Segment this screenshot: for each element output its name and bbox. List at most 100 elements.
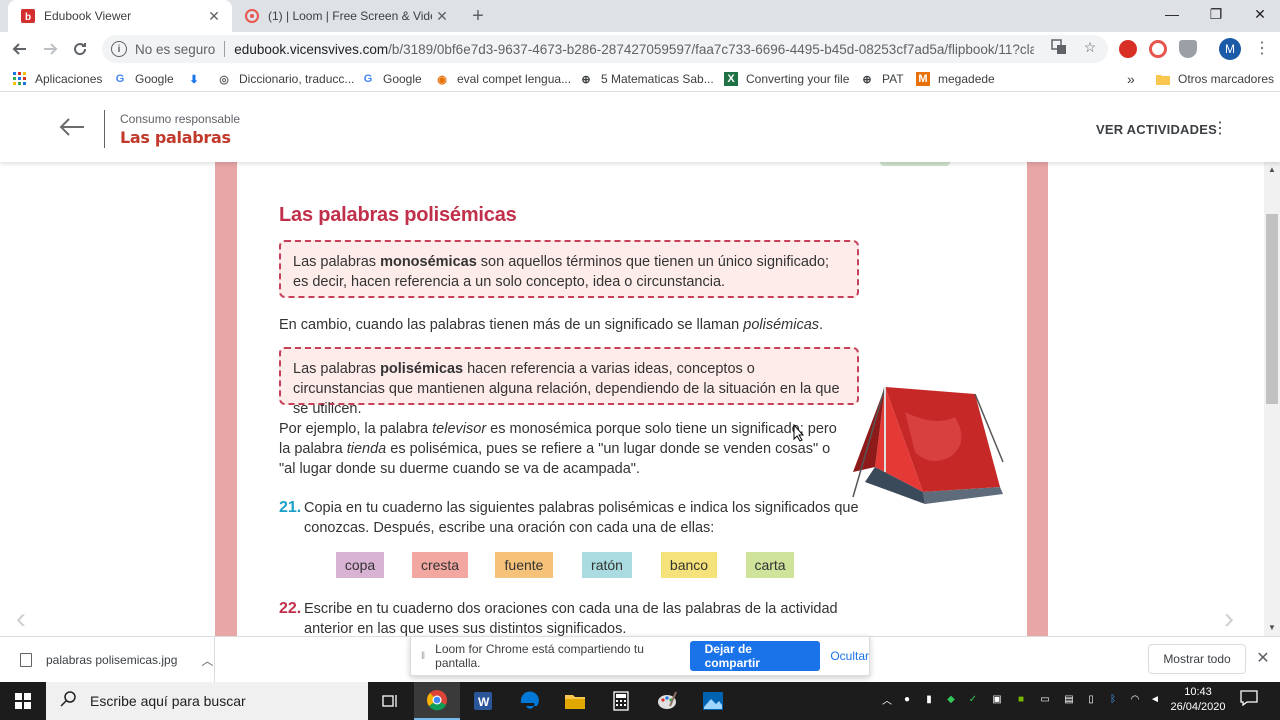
chrome-menu-icon[interactable]: ⋮ xyxy=(1254,40,1270,58)
activity-text: Copia en tu cuaderno las siguientes pala… xyxy=(304,500,859,536)
restore-icon[interactable]: ❐ xyxy=(1194,0,1238,28)
microphone-icon[interactable]: ● xyxy=(900,692,914,706)
header-divider xyxy=(104,110,105,148)
target-icon: ◉ xyxy=(437,73,447,86)
tab-close-icon[interactable]: ✕ xyxy=(204,8,224,25)
scroll-down-icon[interactable]: ▼ xyxy=(1266,622,1278,634)
bookmark-other[interactable]: Otros marcadores xyxy=(1156,70,1274,88)
box-text: Las palabras xyxy=(293,254,381,270)
system-clock[interactable]: 10:43 26/04/2020 xyxy=(1168,685,1228,715)
address-separator xyxy=(224,41,226,57)
back-arrow-icon[interactable] xyxy=(58,116,88,140)
page-top-tab-decoration xyxy=(880,162,950,166)
file-explorer-icon[interactable] xyxy=(552,682,598,720)
forward-icon[interactable] xyxy=(38,37,62,61)
volume-icon[interactable]: ◄ xyxy=(1148,692,1162,706)
calculator-icon[interactable] xyxy=(598,682,644,720)
bookmark-star-icon[interactable]: ☆ xyxy=(1081,38,1099,56)
reload-icon[interactable] xyxy=(68,37,92,61)
close-download-bar-icon[interactable]: ✕ xyxy=(1254,650,1272,668)
bookmark-download[interactable]: ⬇ xyxy=(187,70,209,88)
tab-title: (1) | Loom | Free Screen & Video xyxy=(268,9,432,23)
security-check-icon[interactable]: ✓ xyxy=(966,692,980,706)
translate-icon[interactable] xyxy=(1050,38,1068,56)
kaspersky-icon[interactable]: ◆ xyxy=(944,692,958,706)
activities-menu-icon[interactable]: ⋮ xyxy=(1212,120,1228,138)
page-top-decoration xyxy=(237,162,387,172)
word-chip-raton: ratón xyxy=(582,552,632,578)
bookmark-eval[interactable]: ◉ eval compet lengua... xyxy=(435,70,571,88)
edge-taskbar-icon[interactable] xyxy=(506,682,552,720)
extension-red-icon[interactable] xyxy=(1119,40,1137,58)
taskbar-search-input[interactable]: Escribe aquí para buscar xyxy=(46,682,368,720)
ver-actividades-button[interactable]: VER ACTIVIDADES xyxy=(1096,122,1217,137)
task-view-icon[interactable] xyxy=(368,682,414,720)
extension-loom-icon[interactable] xyxy=(1149,40,1167,58)
close-window-icon[interactable]: ✕ xyxy=(1238,0,1280,28)
drag-handle-icon[interactable]: ‖ xyxy=(421,651,425,662)
usb-icon[interactable]: ▮ xyxy=(922,692,936,706)
bookmark-label: Otros marcadores xyxy=(1178,72,1275,86)
windows-start-icon[interactable] xyxy=(0,682,46,720)
nvidia-icon[interactable]: ■ xyxy=(1014,692,1028,706)
notifications-icon[interactable] xyxy=(1238,690,1260,712)
minimize-icon[interactable]: — xyxy=(1150,0,1194,28)
next-page-icon[interactable]: › xyxy=(1224,602,1248,636)
paragraph-ejemplo: Por ejemplo, la palabra televisor es mon… xyxy=(279,419,839,479)
tab-edubook[interactable]: b Edubook Viewer ✕ xyxy=(8,0,232,32)
paint-app-icon[interactable] xyxy=(644,682,690,720)
bookmark-label: Converting your file xyxy=(746,72,850,86)
word-taskbar-icon[interactable]: W xyxy=(460,682,506,720)
unit-title: Las palabras xyxy=(120,128,231,147)
info-icon[interactable]: i xyxy=(111,41,127,57)
printer-icon[interactable]: ▤ xyxy=(1062,692,1076,706)
address-bar[interactable]: i No es seguro edubook.vicensvives.com/b… xyxy=(102,35,1108,63)
previous-page-icon[interactable]: ‹ xyxy=(16,602,40,636)
photos-app-icon[interactable] xyxy=(690,682,736,720)
scroll-up-icon[interactable]: ▲ xyxy=(1266,164,1278,176)
display-icon[interactable]: ▭ xyxy=(1038,692,1052,706)
device-icon[interactable]: ▣ xyxy=(990,692,1004,706)
new-tab-icon[interactable]: + xyxy=(466,4,490,28)
bluetooth-icon[interactable]: ᛒ xyxy=(1106,692,1120,706)
page-border-left xyxy=(215,162,237,636)
tab-loom[interactable]: (1) | Loom | Free Screen & Video ✕ xyxy=(232,0,460,32)
bookmark-diccionario[interactable]: ◎ Diccionario, traducc... xyxy=(217,70,354,88)
activity-text: Escribe en tu cuaderno dos oraciones con… xyxy=(304,601,838,636)
wifi-icon[interactable]: ◠ xyxy=(1128,692,1142,706)
flipbook-viewer: Las palabras polisémicas Las palabras mo… xyxy=(0,162,1280,636)
svg-text:b: b xyxy=(25,12,31,23)
tab-close-icon[interactable]: ✕ xyxy=(432,8,452,25)
unit-subtitle: Consumo responsable xyxy=(120,112,241,126)
sharing-message: Loom for Chrome está compartiendo tu pan… xyxy=(435,642,644,670)
bookmark-apps[interactable]: Aplicaciones xyxy=(13,70,102,88)
para-text: En cambio, cuando las palabras tienen má… xyxy=(279,317,744,333)
extension-shield-icon[interactable] xyxy=(1179,40,1197,58)
tray-chevron-icon[interactable]: ︿ xyxy=(880,692,894,707)
profile-avatar[interactable]: M xyxy=(1219,38,1241,60)
bookmark-converting[interactable]: X Converting your file xyxy=(724,70,849,88)
tab-strip: b Edubook Viewer ✕ (1) | Loom | Free Scr… xyxy=(0,0,1280,32)
apps-grid-icon xyxy=(13,72,27,86)
word-chip-fuente: fuente xyxy=(495,552,553,578)
chevron-up-icon[interactable]: ︿ xyxy=(201,652,213,669)
box-text: Las palabras xyxy=(293,361,381,377)
bookmark-google[interactable]: G Google xyxy=(113,70,174,88)
bookmark-label: PAT xyxy=(882,72,904,86)
show-all-downloads-button[interactable]: Mostrar todo xyxy=(1148,644,1246,674)
para-italic: televisor xyxy=(432,421,487,437)
bookmark-google-2[interactable]: G Google xyxy=(361,70,422,88)
bookmark-matematicas[interactable]: ⊕ 5 Matematicas Sab... xyxy=(579,70,713,88)
chrome-taskbar-icon[interactable] xyxy=(414,682,460,720)
google-icon: G xyxy=(363,73,373,85)
battery-icon[interactable]: ▯ xyxy=(1084,692,1098,706)
download-item[interactable]: palabras polisemicas.jpg ︿ xyxy=(0,637,215,683)
stop-sharing-button[interactable]: Dejar de compartir xyxy=(689,641,821,671)
bookmark-pat[interactable]: ⊕ PAT xyxy=(860,70,904,88)
bookmark-megadede[interactable]: M megadede xyxy=(916,70,995,88)
hide-banner-button[interactable]: Ocultar xyxy=(830,649,869,663)
back-icon[interactable] xyxy=(8,37,32,61)
para-italic: polisémicas xyxy=(743,317,820,333)
bookmarks-overflow-icon[interactable]: » xyxy=(1127,70,1135,88)
scrollbar-thumb[interactable] xyxy=(1266,214,1278,404)
